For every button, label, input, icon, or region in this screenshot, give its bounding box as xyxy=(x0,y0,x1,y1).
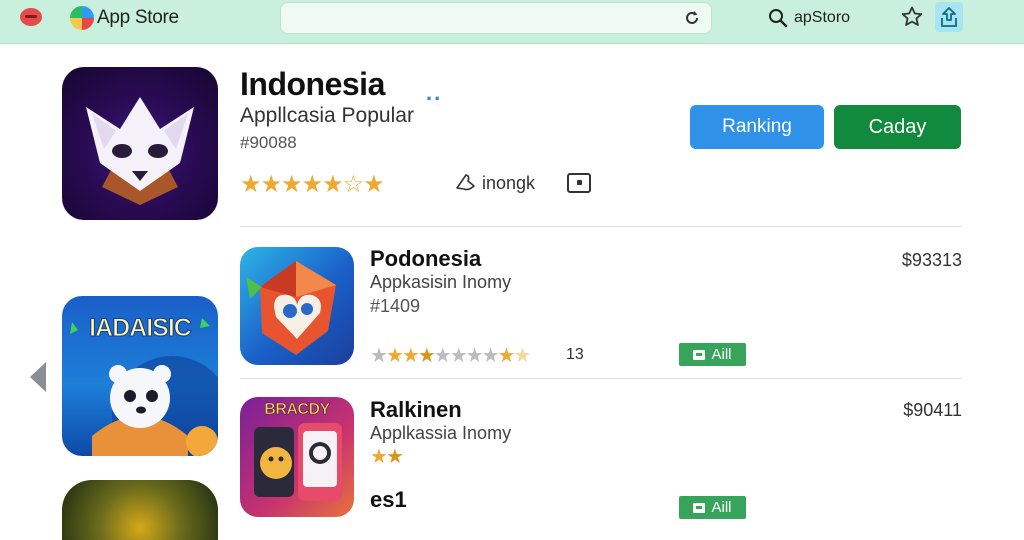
star-icon: ★ xyxy=(481,345,500,367)
app-icon[interactable] xyxy=(240,247,354,365)
app-price: $93313 xyxy=(901,250,962,270)
featured-app-rank: #90088 xyxy=(240,133,297,152)
featured-app-subtitle: Appllcasia Popular xyxy=(240,104,414,127)
get-button-label: Aill xyxy=(711,499,732,516)
primary-action-button[interactable]: Caday xyxy=(834,105,961,149)
carousel-card[interactable] xyxy=(62,480,218,540)
app-title[interactable]: Podonesia xyxy=(370,246,481,272)
star-icon: ★ xyxy=(497,345,516,367)
star-icon: ★ xyxy=(417,345,436,367)
app-title[interactable]: es1 xyxy=(370,487,407,513)
star-icon: ★ xyxy=(513,345,531,367)
fox-mascot-icon xyxy=(86,97,194,205)
app-subtitle: Appkasisin Inomy xyxy=(370,272,512,292)
featured-rating-stars: ★★★★★☆★ xyxy=(240,170,385,199)
star-icon: ★ xyxy=(363,171,384,198)
address-bar[interactable] xyxy=(280,2,712,34)
bag-icon xyxy=(693,502,706,513)
reload-icon[interactable] xyxy=(683,9,701,27)
brand-name: App Store xyxy=(97,7,179,28)
search-box[interactable]: apStoro xyxy=(768,6,850,30)
star-icon: ★ xyxy=(322,171,343,198)
app-rank: #1409 xyxy=(370,296,421,316)
star-icon: ★ xyxy=(301,171,323,198)
share-icon xyxy=(941,7,957,27)
star-icon: ★ xyxy=(385,446,404,468)
more-options-icon[interactable]: .. xyxy=(426,80,442,106)
star-outline-icon: ☆ xyxy=(342,171,364,198)
ranking-button[interactable]: Ranking xyxy=(690,105,824,149)
divider xyxy=(240,226,962,227)
featured-app-icon[interactable] xyxy=(62,67,218,220)
rating-stars: ★★★★★★★★★★ xyxy=(370,343,531,368)
close-icon[interactable] xyxy=(20,8,42,26)
star-icon: ★ xyxy=(281,171,302,198)
star-icon: ★ xyxy=(385,345,404,367)
bear-mascot-icon xyxy=(70,318,218,456)
favorite-star-icon[interactable] xyxy=(900,5,924,29)
star-icon: ★ xyxy=(465,345,484,367)
rating-count: 13 xyxy=(566,346,584,363)
featured-link[interactable]: inongk xyxy=(454,172,535,194)
star-icon: ★ xyxy=(401,345,420,367)
get-button[interactable]: Aill xyxy=(679,343,746,366)
chevron-left-icon[interactable] xyxy=(28,360,48,394)
bag-icon xyxy=(693,349,706,360)
star-icon: ★ xyxy=(370,345,388,367)
phone-characters-icon xyxy=(254,423,342,501)
star-icon: ★ xyxy=(433,345,452,367)
carousel-card[interactable]: IADAISIC xyxy=(62,296,218,456)
featured-app-title: Indonesia xyxy=(240,66,385,102)
heart-gem-icon xyxy=(246,261,336,355)
app-header: App Store apStoro xyxy=(0,0,1024,44)
app-title[interactable]: Ralkinen xyxy=(370,397,462,423)
star-icon: ★ xyxy=(449,345,468,367)
app-price: $90411 xyxy=(903,400,962,420)
get-button[interactable]: Aill xyxy=(679,496,746,519)
app-subtitle: Applkassia Inomy xyxy=(370,423,512,443)
star-icon: ★ xyxy=(260,171,282,198)
app-icon[interactable]: BRACDY xyxy=(240,397,354,517)
get-button-label: Aill xyxy=(711,346,732,363)
tag-icon xyxy=(456,174,475,191)
star-icon: ★ xyxy=(370,446,388,468)
featured-link-label: inongk xyxy=(482,172,536,193)
rating-stars: ★★ xyxy=(370,444,404,469)
search-text: apStoro xyxy=(794,9,851,26)
brand-logo-icon xyxy=(70,6,94,30)
star-icon: ★ xyxy=(240,171,261,198)
share-button[interactable] xyxy=(935,2,963,32)
screenshot-icon[interactable] xyxy=(567,173,591,193)
search-icon xyxy=(769,9,788,28)
divider xyxy=(240,378,962,379)
